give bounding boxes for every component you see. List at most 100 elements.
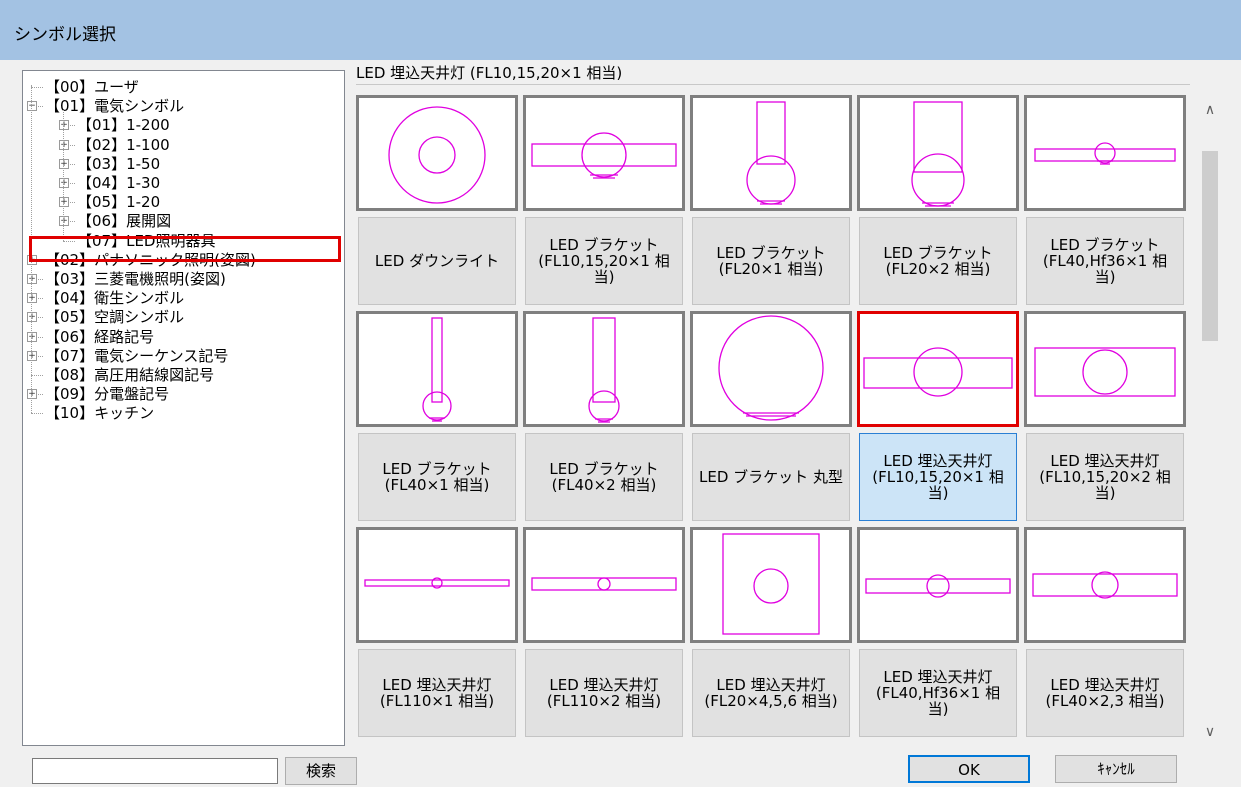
symbol-stroke <box>863 357 1013 389</box>
scrollbar-thumb[interactable] <box>1202 151 1218 341</box>
tree-item[interactable]: 【03】三菱電機照明(姿図) <box>43 269 228 289</box>
expand-icon[interactable]: + <box>27 350 37 361</box>
symbol-stroke <box>913 101 963 173</box>
symbol-thumbnail[interactable] <box>523 527 685 643</box>
symbol-thumbnail[interactable] <box>1024 95 1186 211</box>
expand-icon[interactable]: + <box>59 216 69 227</box>
symbol-thumbnail[interactable] <box>523 95 685 211</box>
recessed-2-symbol-icon <box>1034 347 1176 397</box>
symbol-cell[interactable]: LED ダウンライト <box>356 95 518 309</box>
expand-icon[interactable]: + <box>27 274 37 284</box>
tree-item[interactable]: 【05】1-20 <box>75 192 162 212</box>
tree-item[interactable]: 【02】1-100 <box>75 135 172 155</box>
tree-item[interactable]: 【06】経路記号 <box>43 327 156 347</box>
expand-icon[interactable]: + <box>59 139 69 150</box>
bracket-vertical-narrow-symbol-icon <box>746 101 796 205</box>
expand-icon[interactable]: + <box>59 178 69 188</box>
tree-item[interactable]: 【04】衛生シンボル <box>43 288 186 308</box>
tree-item[interactable]: 【07】電気シーケンス記号 <box>43 346 230 366</box>
symbol-cell[interactable]: LED 埋込天井灯 (FL40×2,3 相当) <box>1024 527 1186 741</box>
search-input[interactable] <box>32 758 278 784</box>
symbol-thumbnail[interactable] <box>690 311 852 427</box>
symbol-stroke <box>597 577 611 591</box>
symbol-thumbnail[interactable] <box>857 95 1019 211</box>
expand-icon[interactable]: + <box>27 312 37 323</box>
symbol-stroke <box>1032 573 1178 597</box>
symbol-stroke <box>1082 349 1128 395</box>
tree-item[interactable]: 【00】ユーザ <box>43 77 141 97</box>
symbol-caption[interactable]: LED ブラケット (FL40×1 相当) <box>358 433 516 521</box>
tree-item[interactable]: 【09】分電盤記号 <box>43 384 171 404</box>
symbol-cell[interactable]: LED 埋込天井灯 (FL40,Hf36×1 相 当) <box>857 527 1019 741</box>
expand-icon[interactable]: + <box>27 293 37 304</box>
tree-item-label: 【06】経路記号 <box>45 327 155 346</box>
expand-icon[interactable]: + <box>59 197 69 208</box>
symbol-caption[interactable]: LED ダウンライト <box>358 217 516 305</box>
symbol-thumbnail[interactable] <box>1024 311 1186 427</box>
symbol-caption[interactable]: LED ブラケット (FL10,15,20×1 相 当) <box>525 217 683 305</box>
symbol-caption[interactable]: LED ブラケット (FL20×2 相当) <box>859 217 1017 305</box>
symbol-caption[interactable]: LED 埋込天井灯 (FL110×2 相当) <box>525 649 683 737</box>
symbol-stroke <box>756 101 786 165</box>
symbol-thumbnail[interactable] <box>523 311 685 427</box>
symbol-cell[interactable]: LED ブラケット (FL20×1 相当) <box>690 95 852 309</box>
tree-item[interactable]: 【01】1-200 <box>75 115 172 135</box>
tree-item[interactable]: 【01】電気シンボル <box>43 96 186 116</box>
category-tree[interactable]: 【00】ユーザ − 【01】電気シンボル + 【01】1-200 + 【02】1-100 + 【… <box>22 70 345 746</box>
chevron-up-icon[interactable]: ∧ <box>1195 99 1225 121</box>
symbol-cell[interactable]: LED 埋込天井灯 (FL20×4,5,6 相当) <box>690 527 852 741</box>
tree-item[interactable]: 【06】展開図 <box>75 211 173 231</box>
tree-connector <box>31 375 43 376</box>
symbol-caption[interactable]: LED 埋込天井灯 (FL40,Hf36×1 相 当) <box>859 649 1017 737</box>
symbol-cell[interactable]: LED 埋込天井灯 (FL110×2 相当) <box>523 527 685 741</box>
symbol-caption[interactable]: LED 埋込天井灯 (FL10,15,20×1 相 当) <box>859 433 1017 521</box>
symbol-cell[interactable]: LED ブラケット (FL10,15,20×1 相 当) <box>523 95 685 309</box>
symbol-thumbnail[interactable] <box>690 527 852 643</box>
tree-connector <box>31 413 43 415</box>
ok-button[interactable]: OK <box>908 755 1030 783</box>
symbol-thumbnail[interactable] <box>356 311 518 427</box>
symbol-thumbnail[interactable] <box>857 311 1019 427</box>
symbol-cell[interactable]: LED 埋込天井灯 (FL10,15,20×1 相 当) <box>857 311 1019 525</box>
chevron-down-icon[interactable]: ∨ <box>1195 721 1225 743</box>
tree-item[interactable]: 【03】1-50 <box>75 154 162 174</box>
symbol-cell[interactable]: LED ブラケット (FL40,Hf36×1 相 当) <box>1024 95 1186 309</box>
symbol-caption[interactable]: LED 埋込天井灯 (FL40×2,3 相当) <box>1026 649 1184 737</box>
search-button[interactable]: 検索 <box>285 757 357 785</box>
tree-item[interactable]: 【08】高圧用結線図記号 <box>43 365 216 385</box>
expand-icon[interactable]: + <box>27 331 37 342</box>
symbol-cell[interactable]: LED ブラケット 丸型 <box>690 311 852 525</box>
tree-item-label: 【09】分電盤記号 <box>45 385 170 404</box>
tree-item[interactable]: 【10】キッチン <box>43 403 156 423</box>
expand-icon[interactable]: + <box>59 158 69 169</box>
tree-item-label: 【03】三菱電機照明(姿図) <box>45 270 226 288</box>
symbol-thumbnail[interactable] <box>857 527 1019 643</box>
symbol-cell[interactable]: LED ブラケット (FL40×1 相当) <box>356 311 518 525</box>
symbol-caption[interactable]: LED 埋込天井灯 (FL20×4,5,6 相当) <box>692 649 850 737</box>
symbol-stroke <box>718 315 824 421</box>
symbol-thumbnail[interactable] <box>1024 527 1186 643</box>
symbol-caption[interactable]: LED ブラケット (FL20×1 相当) <box>692 217 850 305</box>
symbol-caption[interactable]: LED ブラケット 丸型 <box>692 433 850 521</box>
cancel-button[interactable]: ｷｬﾝｾﾙ <box>1055 755 1177 783</box>
symbol-cell[interactable]: LED 埋込天井灯 (FL10,15,20×2 相 当) <box>1024 311 1186 525</box>
symbol-grid[interactable]: LED ダウンライト LED ブラケット (FL10,15,20×1 相 当) LE… <box>356 95 1191 745</box>
symbol-caption[interactable]: LED 埋込天井灯 (FL10,15,20×2 相 当) <box>1026 433 1184 521</box>
symbol-cell[interactable]: LED ブラケット (FL20×2 相当) <box>857 95 1019 309</box>
symbol-thumbnail[interactable] <box>356 95 518 211</box>
symbol-thumbnail[interactable] <box>690 95 852 211</box>
grid-scrollbar[interactable]: ∧ ∨ <box>1195 95 1225 745</box>
title-bar: シンボル選択 <box>0 0 1241 60</box>
symbol-cell[interactable]: LED 埋込天井灯 (FL110×1 相当) <box>356 527 518 741</box>
expand-icon[interactable]: + <box>27 389 37 400</box>
expand-icon[interactable]: + <box>59 120 69 131</box>
symbol-caption[interactable]: LED ブラケット (FL40×2 相当) <box>525 433 683 521</box>
symbol-thumbnail[interactable] <box>356 527 518 643</box>
selected-tree-item-highlight <box>29 236 341 262</box>
symbol-caption[interactable]: LED 埋込天井灯 (FL110×1 相当) <box>358 649 516 737</box>
tree-item[interactable]: 【04】1-30 <box>75 173 162 193</box>
collapse-icon[interactable]: − <box>27 101 37 112</box>
symbol-cell[interactable]: LED ブラケット (FL40×2 相当) <box>523 311 685 525</box>
tree-item[interactable]: 【05】空調シンボル <box>43 307 186 327</box>
symbol-caption[interactable]: LED ブラケット (FL40,Hf36×1 相 当) <box>1026 217 1184 305</box>
